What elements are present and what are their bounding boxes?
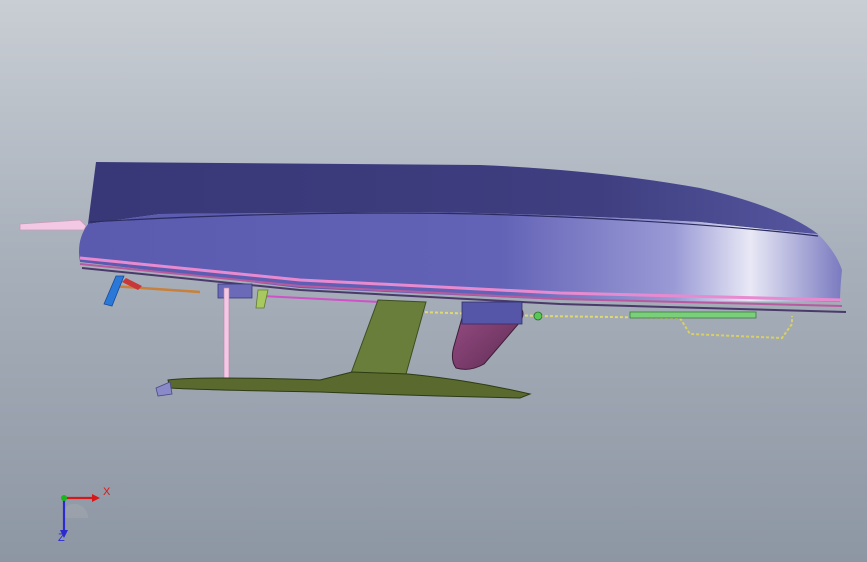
rigging-line (679, 316, 793, 340)
under-rod-orange (111, 284, 201, 294)
bracket-green-small (255, 289, 269, 309)
stern-lever-blue (103, 275, 125, 307)
boat-model[interactable] (0, 0, 867, 562)
vertical-strut (223, 287, 230, 381)
under-box (217, 283, 253, 299)
green-rail (629, 311, 757, 319)
z-axis-label: Z (58, 532, 65, 544)
keel-tip (155, 381, 173, 397)
stern-bumpkin (19, 219, 87, 231)
3d-viewport[interactable]: X Z (0, 0, 867, 562)
x-axis-label: X (103, 486, 111, 498)
rudder-pivot (533, 311, 543, 321)
keel-foil (167, 371, 532, 399)
axis-triad: X Z (40, 478, 120, 548)
rudder-head (461, 301, 523, 325)
under-rod-magenta (261, 295, 381, 303)
keel-fin (349, 299, 427, 377)
